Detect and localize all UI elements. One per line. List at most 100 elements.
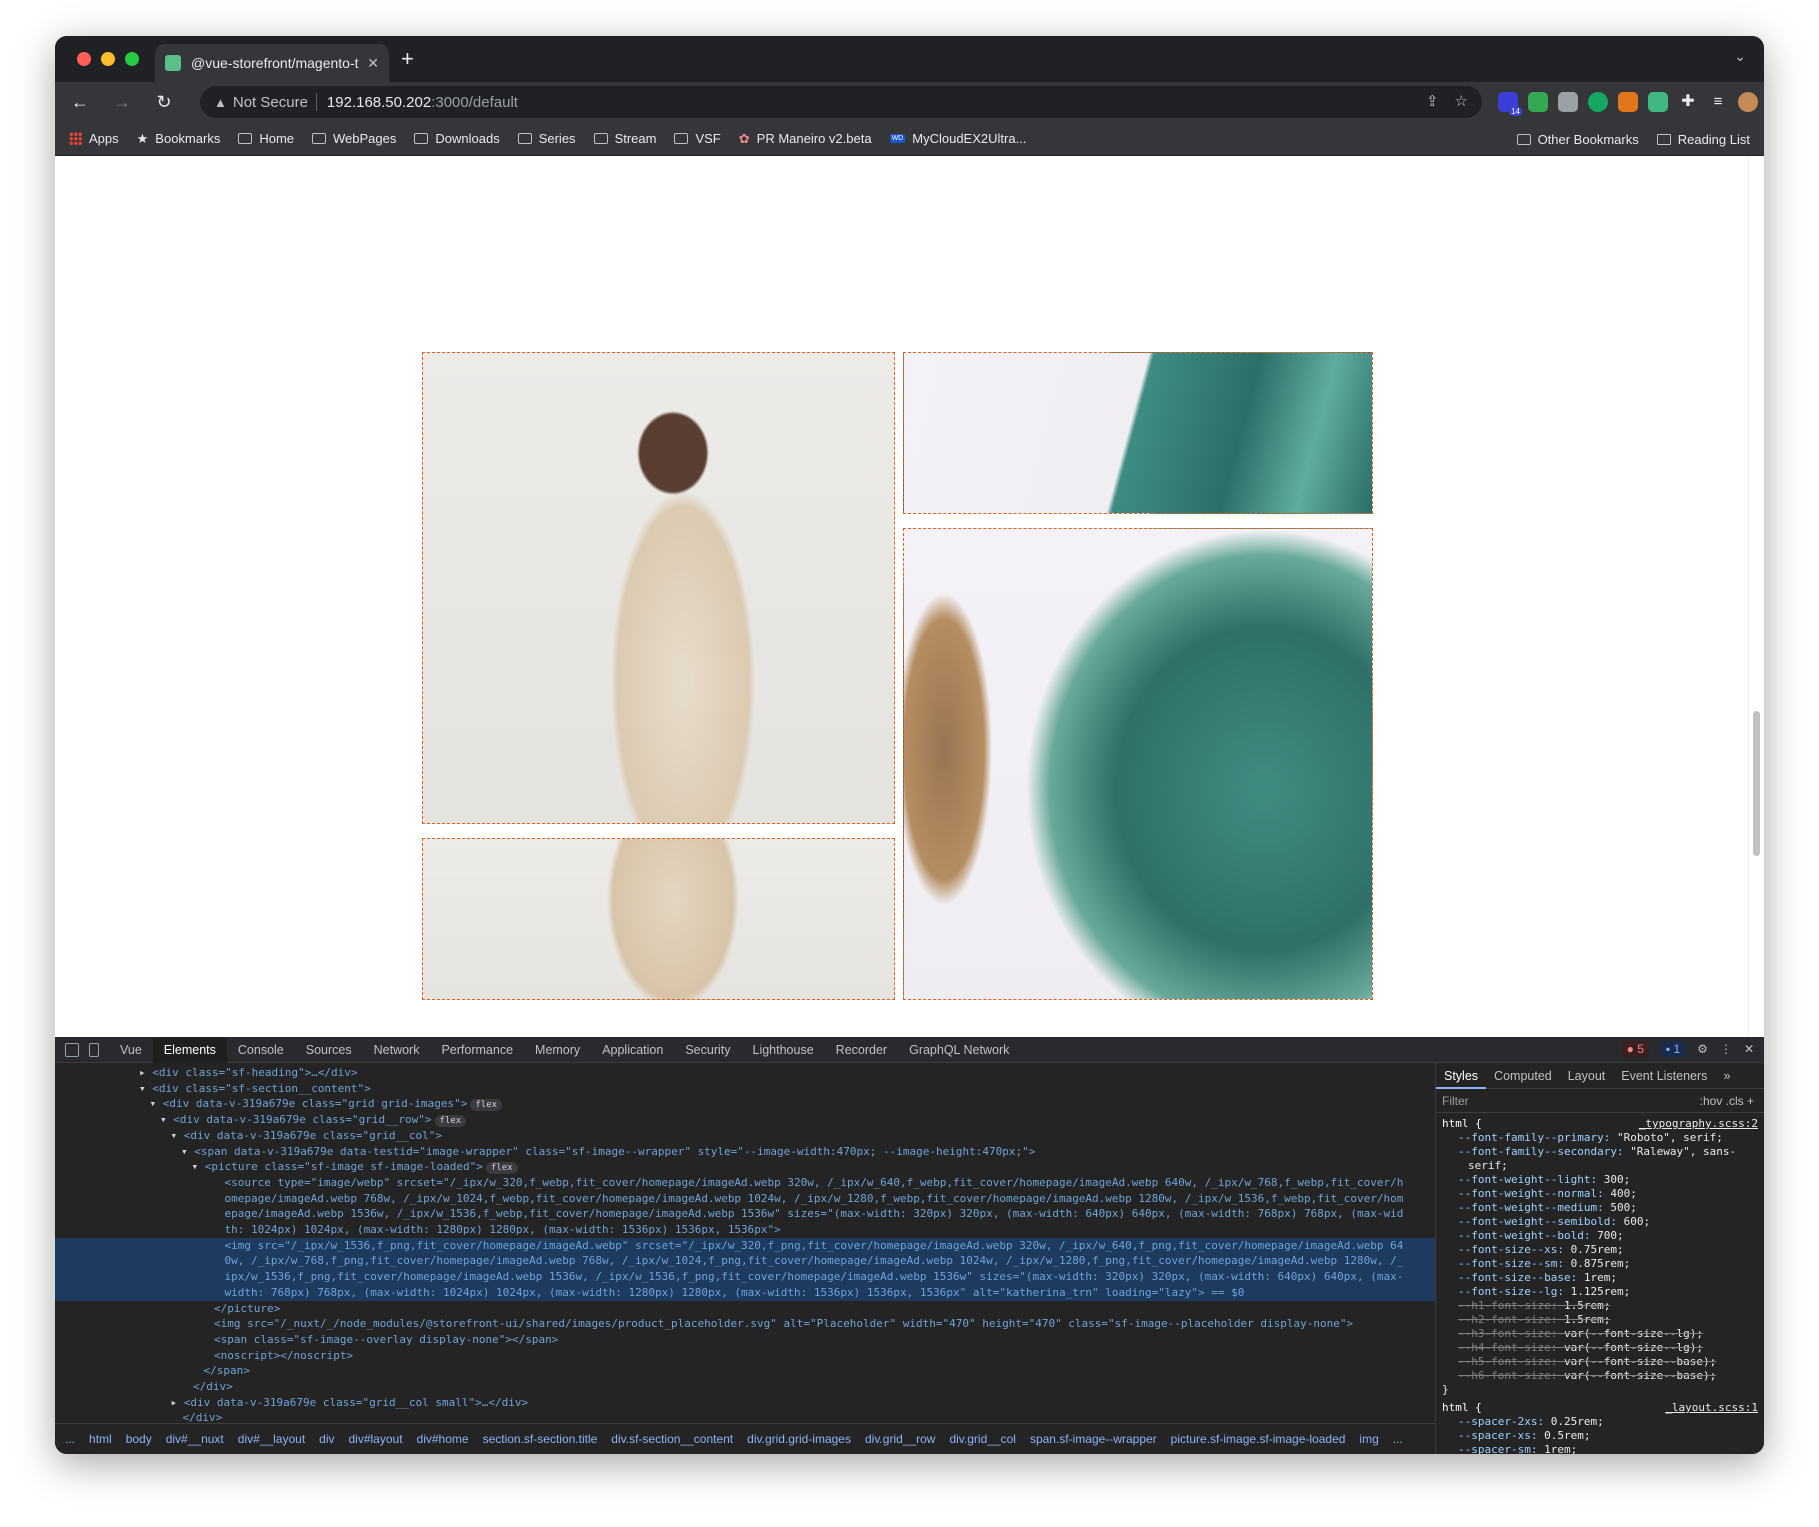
dom-node-line[interactable]: ▾ <picture class="sf-image sf-image-load…	[55, 1159, 1435, 1175]
devtools-tab-elements[interactable]: Elements	[152, 1036, 227, 1063]
expand-triangle-icon[interactable]: ▸	[171, 1396, 184, 1409]
maximize-window-button[interactable]	[125, 52, 139, 66]
breadcrumb-item[interactable]: div.grid.grid-images	[747, 1432, 851, 1446]
style-property[interactable]: --font-weight--bold: 700;	[1442, 1229, 1758, 1243]
dom-node-line[interactable]: <noscript></noscript>	[55, 1348, 1435, 1364]
style-property[interactable]: --h4-font-size: var(--font-size--lg);	[1442, 1341, 1758, 1355]
bookmark-bookmarks[interactable]: ★ Bookmarks	[137, 131, 221, 147]
styles-filter-input[interactable]: Filter	[1442, 1094, 1469, 1108]
grammarly-icon[interactable]	[1588, 92, 1608, 112]
browser-tab[interactable]: @vue-storefront/magento-the ✕	[155, 44, 389, 82]
inspect-element-icon[interactable]	[65, 1042, 79, 1057]
message-count-badge[interactable]: ▪ 1	[1660, 1041, 1686, 1057]
dom-node-line[interactable]: ▸ <div class="sf-heading">…</div>	[55, 1065, 1435, 1081]
expand-triangle-icon[interactable]: ▾	[192, 1160, 205, 1173]
expand-triangle-icon[interactable]: ▾	[181, 1145, 194, 1158]
dom-node-line[interactable]: </div>	[55, 1410, 1435, 1423]
reload-icon[interactable]: ↻	[153, 92, 175, 113]
style-property[interactable]: --h6-font-size: var(--font-size--base);	[1442, 1369, 1758, 1383]
page-scrollbar[interactable]	[1748, 156, 1764, 1037]
style-property[interactable]: --font-size--sm: 0.875rem;	[1442, 1257, 1758, 1271]
style-property[interactable]: --font-weight--light: 300;	[1442, 1173, 1758, 1187]
back-arrow-icon[interactable]: ←	[69, 92, 91, 113]
style-property[interactable]: serif;	[1442, 1159, 1758, 1173]
dom-node-line[interactable]: th: 1024px) 1024px, (max-width: 1280px) …	[55, 1222, 1435, 1238]
expand-triangle-icon[interactable]: ▾	[171, 1129, 184, 1142]
expand-triangle-icon[interactable]: ▸	[139, 1066, 152, 1079]
styles-tab-layout[interactable]: Layout	[1560, 1069, 1614, 1083]
devtools-tab-console[interactable]: Console	[227, 1037, 295, 1063]
rule-selector[interactable]: html {	[1442, 1401, 1482, 1414]
warning-triangle-icon[interactable]: ▲	[214, 95, 227, 110]
bookmark-webpages[interactable]: WebPages	[312, 131, 396, 146]
breadcrumb-item[interactable]: div.grid__col	[949, 1432, 1015, 1446]
device-toolbar-icon[interactable]	[89, 1042, 99, 1057]
style-property[interactable]: --h3-font-size: var(--font-size--lg);	[1442, 1327, 1758, 1341]
dom-node-line[interactable]: ▸ <div data-v-319a679e class="grid__col …	[55, 1395, 1435, 1411]
rule-selector[interactable]: html {	[1442, 1117, 1482, 1130]
style-property[interactable]: --h5-font-size: var(--font-size--base);	[1442, 1355, 1758, 1369]
error-count-badge[interactable]: ● 5	[1621, 1041, 1649, 1057]
breadcrumb-item[interactable]: div.sf-section__content	[611, 1432, 733, 1446]
puzzle-extensions-icon[interactable]: ✚	[1678, 92, 1698, 112]
flex-badge[interactable]: flex	[434, 1115, 467, 1128]
devtools-tab-performance[interactable]: Performance	[430, 1037, 524, 1063]
style-property[interactable]: --font-weight--medium: 500;	[1442, 1201, 1758, 1215]
settings-gear-icon[interactable]: ⚙	[1697, 1042, 1708, 1056]
rule-source-link[interactable]: _layout.scss:1	[1665, 1401, 1758, 1415]
devtools-tab-graphql[interactable]: GraphQL Network	[898, 1037, 1020, 1063]
elements-tree[interactable]: ▸ <div class="sf-heading">…</div> ▾ <div …	[55, 1063, 1435, 1423]
breadcrumb-item[interactable]: html	[89, 1432, 112, 1446]
breadcrumb-item[interactable]: div.grid__row	[865, 1432, 935, 1446]
breadcrumb-item[interactable]: ...	[1393, 1432, 1403, 1446]
dom-node-line[interactable]: <img src="/_ipx/w_1536,f_png,fit_cover/h…	[55, 1237, 1435, 1254]
breadcrumb-item[interactable]: div#__nuxt	[166, 1432, 224, 1446]
style-property[interactable]: --font-weight--semibold: 600;	[1442, 1215, 1758, 1229]
dom-node-line[interactable]: <source type="image/webp" srcset="/_ipx/…	[55, 1175, 1435, 1191]
minimize-window-button[interactable]	[101, 52, 115, 66]
devtools-menu-icon[interactable]: ⋮	[1720, 1042, 1732, 1056]
devtools-tab-security[interactable]: Security	[674, 1037, 741, 1063]
devtools-tab-recorder[interactable]: Recorder	[825, 1037, 898, 1063]
breadcrumb-item[interactable]: span.sf-image--wrapper	[1030, 1432, 1157, 1446]
share-icon[interactable]: ⇪	[1426, 92, 1439, 110]
extension-badge-icon[interactable]: 14	[1498, 92, 1522, 116]
breadcrumb-item[interactable]: section.sf-section.title	[483, 1432, 598, 1446]
dom-node-line[interactable]: width: 768px) 768px, (max-width: 1024px)…	[55, 1284, 1435, 1301]
bookmark-other[interactable]: Other Bookmarks	[1516, 132, 1639, 147]
new-tab-icon[interactable]: +	[401, 46, 414, 72]
bookmark-apps[interactable]: Apps	[69, 131, 119, 146]
style-property[interactable]: --h1-font-size: 1.5rem;	[1442, 1299, 1758, 1313]
reading-list[interactable]: Reading List	[1656, 132, 1750, 147]
rule-source-link[interactable]: _typography.scss:2	[1639, 1117, 1758, 1131]
shield-extension-icon[interactable]	[1528, 92, 1548, 112]
devtools-tab-network[interactable]: Network	[363, 1037, 431, 1063]
bookmark-star-icon[interactable]: ☆	[1455, 92, 1468, 110]
metamask-fox-icon[interactable]	[1618, 92, 1638, 112]
flex-badge[interactable]: flex	[470, 1099, 503, 1112]
devtools-tab-vue[interactable]: Vue	[109, 1037, 153, 1063]
profile-avatar[interactable]	[1738, 92, 1758, 112]
dom-node-line[interactable]: <img src="/_nuxt/_/node_modules/@storefr…	[55, 1316, 1435, 1332]
style-property[interactable]: --font-family--secondary: "Raleway", san…	[1442, 1145, 1758, 1159]
styles-tools[interactable]: :hov .cls +	[1700, 1094, 1754, 1108]
dom-node-line[interactable]: ▾ <div class="sf-section__content">	[55, 1081, 1435, 1097]
dom-node-line[interactable]: 0w, /_ipx/w_768,f_png,fit_cover/homepage…	[55, 1253, 1435, 1270]
devtools-tab-memory[interactable]: Memory	[524, 1037, 591, 1063]
vue-devtools-icon[interactable]	[1648, 92, 1668, 112]
dom-node-line[interactable]: ipx/w_1536,f_png,fit_cover/homepage/imag…	[55, 1269, 1435, 1285]
flex-badge[interactable]: flex	[485, 1162, 518, 1175]
close-window-button[interactable]	[77, 52, 91, 66]
address-bar[interactable]: ▲ Not Secure 192.168.50.202 :3000/defaul…	[200, 86, 1482, 118]
expand-triangle-icon[interactable]: ▾	[160, 1113, 173, 1126]
breadcrumb-item[interactable]: img	[1359, 1432, 1378, 1446]
style-property[interactable]: --spacer-2xs: 0.25rem;	[1442, 1415, 1758, 1429]
breadcrumb-item[interactable]: picture.sf-image.sf-image-loaded	[1171, 1432, 1346, 1446]
m-extension-icon[interactable]	[1558, 92, 1578, 112]
dom-node-line[interactable]: epage/imageAd.webp 1536w, /_ipx/w_1536,f…	[55, 1206, 1435, 1222]
dom-node-line[interactable]: omepage/imageAd.webp 768w, /_ipx/w_1024,…	[55, 1191, 1435, 1207]
bookmark-stream[interactable]: Stream	[593, 131, 656, 146]
styles-filter[interactable]: Filter :hov .cls +	[1436, 1089, 1764, 1113]
security-status[interactable]: Not Secure	[233, 94, 308, 111]
bookmark-home[interactable]: Home	[238, 131, 294, 146]
